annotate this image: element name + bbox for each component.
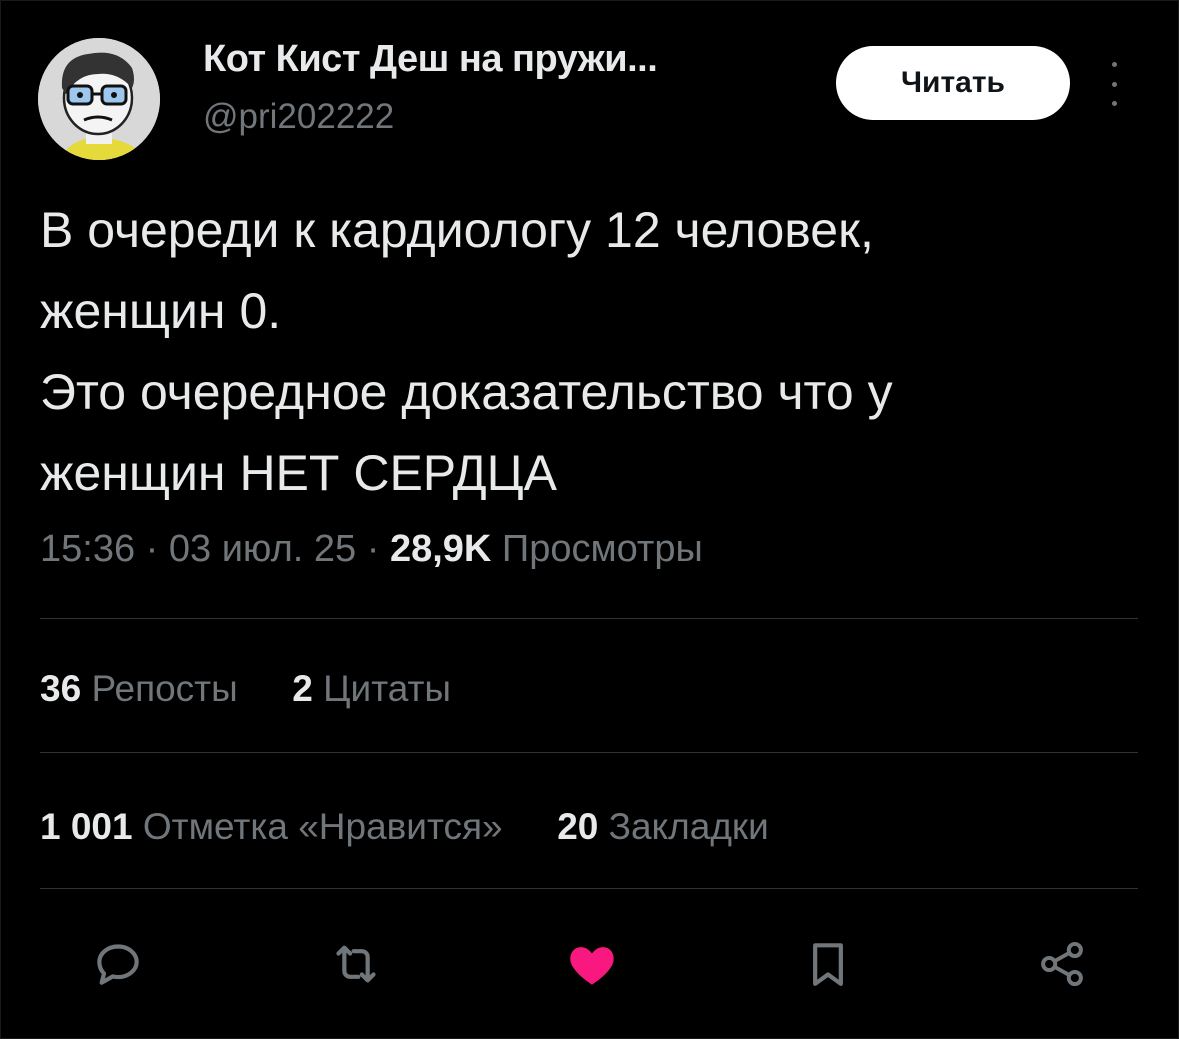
tweet-line: женщин НЕТ СЕРДЦА bbox=[40, 445, 557, 501]
tweet-line: В очереди к кардиологу 12 человек, bbox=[40, 202, 874, 258]
retweet-button[interactable] bbox=[324, 932, 388, 996]
meta-separator: · bbox=[356, 528, 390, 570]
meta-separator: · bbox=[135, 528, 169, 570]
follow-button[interactable]: Читать bbox=[836, 46, 1070, 120]
bookmarks-count: 20 bbox=[557, 806, 599, 847]
likes-stat[interactable]: 1 001 Отметка «Нравится» bbox=[40, 806, 503, 848]
quotes-label: Цитаты bbox=[323, 668, 452, 709]
reposts-count: 36 bbox=[40, 668, 82, 709]
tweet-text: В очереди к кардиологу 12 человек, женщи… bbox=[40, 190, 1140, 514]
bookmark-button[interactable] bbox=[796, 932, 860, 996]
user-handle[interactable]: @pri202222 bbox=[203, 97, 394, 137]
likes-bookmarks-row: 1 001 Отметка «Нравится» 20 Закладки bbox=[40, 806, 769, 848]
quotes-stat[interactable]: 2 Цитаты bbox=[292, 668, 451, 710]
views-count: 28,9K bbox=[389, 528, 492, 570]
quotes-count: 2 bbox=[292, 668, 313, 709]
more-dot bbox=[1111, 101, 1117, 106]
tweet-meta: 15:36 · 03 июл. 25 · 28,9K Просмотры bbox=[40, 528, 703, 571]
tweet-time[interactable]: 15:36 bbox=[40, 528, 135, 570]
avatar-image bbox=[38, 38, 160, 160]
reposts-label: Репосты bbox=[91, 668, 238, 709]
tweet-line: Это очередное доказательство что у bbox=[40, 364, 893, 420]
views-label: Просмотры bbox=[501, 528, 703, 570]
tweet-date[interactable]: 03 июл. 25 bbox=[169, 528, 356, 570]
likes-count: 1 001 bbox=[40, 806, 133, 847]
heart-icon bbox=[570, 947, 614, 985]
share-button[interactable] bbox=[1030, 932, 1094, 996]
bookmarks-label: Закладки bbox=[608, 806, 769, 847]
more-dot bbox=[1111, 62, 1117, 67]
avatar[interactable] bbox=[38, 38, 160, 160]
more-options-icon[interactable] bbox=[1098, 62, 1130, 106]
more-dot bbox=[1111, 81, 1117, 87]
reply-button[interactable] bbox=[86, 932, 150, 996]
like-button[interactable] bbox=[560, 932, 624, 996]
divider bbox=[40, 618, 1138, 619]
divider bbox=[40, 888, 1138, 889]
reposts-quotes-row: 36 Репосты 2 Цитаты bbox=[40, 668, 451, 710]
bookmark-icon bbox=[813, 943, 843, 986]
reposts-stat[interactable]: 36 Репосты bbox=[40, 668, 238, 710]
tweet-line: женщин 0. bbox=[40, 283, 282, 339]
bookmarks-stat[interactable]: 20 Закладки bbox=[557, 806, 769, 848]
display-name[interactable]: Кот Кист Деш на пружи... bbox=[203, 38, 658, 81]
reply-icon bbox=[97, 944, 139, 985]
tweet-frame bbox=[0, 0, 1179, 1039]
retweet-icon bbox=[336, 945, 376, 983]
share-icon bbox=[1041, 941, 1083, 987]
divider bbox=[40, 752, 1138, 753]
likes-label: Отметка «Нравится» bbox=[142, 806, 503, 847]
